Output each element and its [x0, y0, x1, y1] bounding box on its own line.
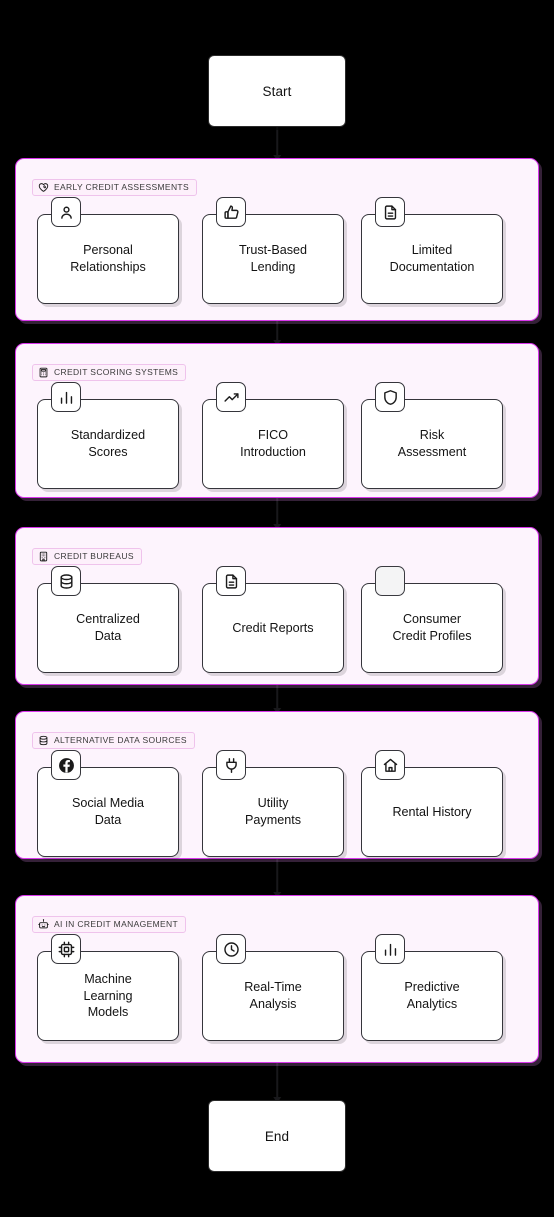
flowchart-diagram: Start EARLY CREDIT ASSESSMENTS Personal R… [0, 0, 554, 1217]
connector-edge-4 [276, 859, 278, 897]
process-node[interactable]: Utility Payments [202, 750, 344, 857]
process-node[interactable]: Real-Time Analysis [202, 934, 344, 1041]
file-text-icon [216, 566, 246, 596]
process-node-label: Rental History [392, 804, 472, 819]
process-node[interactable]: Personal Relationships [37, 197, 179, 304]
process-node[interactable]: FICO Introduction [202, 382, 344, 489]
home-icon [375, 750, 405, 780]
process-node-label: FICO Introduction [240, 428, 306, 459]
process-node-label: Personal Relationships [70, 243, 146, 274]
subgraph-section-3[interactable]: ALTERNATIVE DATA SOURCES Social Media Dat… [15, 711, 539, 859]
process-node[interactable]: Trust-Based Lending [202, 197, 344, 304]
section-card-row: Personal Relationships Trust-Based Lendin… [16, 197, 540, 304]
process-node[interactable]: Credit Reports [202, 566, 344, 673]
process-node[interactable]: Social Media Data [37, 750, 179, 857]
process-node-label: Centralized Data [76, 612, 140, 643]
trending-up-icon [216, 382, 246, 412]
section-title-label: ALTERNATIVE DATA SOURCES [54, 735, 187, 746]
connector-edge-0 [276, 127, 278, 160]
database-icon [51, 566, 81, 596]
heart-handshake-icon [38, 182, 49, 193]
process-node-label: Predictive Analytics [404, 980, 460, 1011]
process-node-label: Standardized Scores [70, 428, 146, 459]
file-text-icon [375, 197, 405, 227]
process-node[interactable]: Predictive Analytics [361, 934, 503, 1041]
process-node[interactable]: Risk Assessment [361, 382, 503, 489]
section-title-badge: AI IN CREDIT MANAGEMENT [32, 916, 187, 933]
process-node[interactable]: Consumer Credit Profiles [361, 566, 503, 673]
process-node[interactable]: Rental History [361, 750, 503, 857]
cpu-icon [51, 934, 81, 964]
calculator-icon [38, 367, 49, 378]
section-title-badge: EARLY CREDIT ASSESSMENTS [32, 179, 197, 196]
section-title-badge: CREDIT SCORING SYSTEMS [32, 364, 187, 381]
subgraph-section-0[interactable]: EARLY CREDIT ASSESSMENTS Personal Relatio… [15, 158, 539, 321]
section-title-label: CREDIT SCORING SYSTEMS [54, 367, 179, 378]
database-icon [38, 735, 49, 746]
shield-icon [375, 382, 405, 412]
process-node-label: Consumer Credit Profiles [392, 612, 472, 643]
process-node-label: Credit Reports [232, 620, 314, 635]
process-node-label: Trust-Based Lending [238, 243, 308, 274]
plug-icon [216, 750, 246, 780]
subgraph-section-1[interactable]: CREDIT SCORING SYSTEMS Standardized Score… [15, 343, 539, 498]
bot-icon [38, 919, 49, 930]
process-node-label: Limited Documentation [389, 243, 475, 274]
clock-icon [216, 934, 246, 964]
connector-edge-1 [276, 321, 278, 345]
section-title-label: AI IN CREDIT MANAGEMENT [54, 919, 179, 930]
section-title-badge: CREDIT BUREAUS [32, 548, 142, 565]
bar-chart-icon [51, 382, 81, 412]
process-node[interactable]: Centralized Data [37, 566, 179, 673]
process-node[interactable]: Machine Learning Models [37, 934, 179, 1041]
process-node[interactable]: Limited Documentation [361, 197, 503, 304]
start-node[interactable]: Start [208, 55, 346, 127]
end-node[interactable]: End [208, 1100, 346, 1172]
section-card-row: Standardized Scores FICO Introduction Risk… [16, 382, 540, 489]
process-node-label: Machine Learning Models [83, 971, 133, 1020]
building-icon [38, 551, 49, 562]
process-node[interactable]: Standardized Scores [37, 382, 179, 489]
section-card-row: Centralized Data Credit Reports Consumer C… [16, 566, 540, 673]
connector-edge-5 [276, 1063, 278, 1102]
process-node-label: Real-Time Analysis [244, 980, 302, 1011]
thumbs-up-icon [216, 197, 246, 227]
facebook-icon [51, 750, 81, 780]
start-node-label: Start [262, 83, 292, 99]
subgraph-section-4[interactable]: AI IN CREDIT MANAGEMENT Machine Learning … [15, 895, 539, 1063]
bar-chart-icon [375, 934, 405, 964]
connector-edge-2 [276, 498, 278, 529]
section-title-label: EARLY CREDIT ASSESSMENTS [54, 182, 189, 193]
user-icon [51, 197, 81, 227]
process-node-label: Risk Assessment [397, 428, 467, 459]
section-card-row: Machine Learning Models Real-Time Analysi… [16, 934, 540, 1041]
end-node-label: End [264, 1128, 290, 1144]
section-title-label: CREDIT BUREAUS [54, 551, 134, 562]
process-node-label: Utility Payments [245, 796, 301, 827]
connector-edge-3 [276, 685, 278, 713]
process-node-label: Social Media Data [71, 796, 145, 827]
section-card-row: Social Media Data Utility Payments Rental … [16, 750, 540, 857]
subgraph-section-2[interactable]: CREDIT BUREAUS Centralized Data Credit Rep… [15, 527, 539, 685]
blank-icon [375, 566, 405, 596]
section-title-badge: ALTERNATIVE DATA SOURCES [32, 732, 195, 749]
